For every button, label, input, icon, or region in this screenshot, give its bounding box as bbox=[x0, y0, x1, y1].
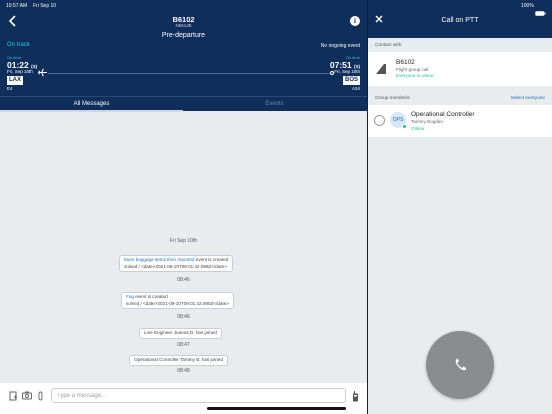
route-line bbox=[48, 73, 330, 74]
online-indicator bbox=[402, 124, 407, 129]
battery-percent: 100% bbox=[521, 3, 534, 9]
flight-group-icon bbox=[374, 62, 388, 76]
ptt-title: Call on PTT bbox=[441, 17, 479, 24]
message-time: 08:47 bbox=[177, 342, 190, 348]
member-status: Online bbox=[411, 126, 425, 131]
member-name: Tammy Bogdan bbox=[411, 119, 443, 124]
home-indicator bbox=[207, 407, 346, 410]
event-link[interactable]: More baggage items then reported bbox=[124, 257, 194, 262]
info-icon: i bbox=[354, 17, 356, 25]
status-time: 10:57 AM bbox=[6, 3, 28, 9]
event-link[interactable]: Fog bbox=[126, 294, 134, 299]
dest-airport: BOS bbox=[342, 76, 360, 85]
camera-icon[interactable] bbox=[22, 391, 32, 401]
status-date: Fri Sep 10 bbox=[33, 3, 57, 9]
phone-icon bbox=[455, 358, 466, 371]
tab-bar: All Messages Events bbox=[0, 96, 367, 112]
contact-subtitle: Flight group call bbox=[396, 67, 429, 72]
message-list[interactable]: Fri Sep 10th More baggage items then rep… bbox=[0, 111, 367, 383]
member-role: Operational Controller bbox=[411, 111, 475, 118]
flight-header: 10:57 AM Fri Sep 10 B6102 N661JB Pre-dep… bbox=[0, 0, 367, 96]
contact-card[interactable]: B6102 Flight group call Everyone is onli… bbox=[368, 52, 552, 86]
attachment-icon[interactable] bbox=[36, 391, 46, 401]
contact-status: Everyone is online bbox=[396, 73, 434, 78]
message-time: 08:46 bbox=[177, 314, 190, 320]
walkie-talkie-icon[interactable] bbox=[350, 391, 360, 402]
origin-date: Fri, Sep 10th bbox=[7, 69, 33, 74]
message-detail: solved / <date>2021-09-10T09:01:42.090Z<… bbox=[126, 300, 229, 306]
member-row[interactable]: OPS Operational Controller Tammy Bogdan … bbox=[368, 105, 552, 137]
message-text: More baggage items then reported event i… bbox=[124, 257, 229, 262]
ptt-panel: 100% Call on PTT Contact with B6102 Flig… bbox=[368, 0, 552, 414]
airplane-icon bbox=[38, 68, 47, 80]
tab-events[interactable]: Events bbox=[183, 97, 366, 112]
contact-section-label: Contact with bbox=[375, 43, 402, 48]
contact-name: B6102 bbox=[396, 59, 415, 66]
day-separator: Fri Sep 10th bbox=[169, 238, 198, 244]
members-section-label: Group members bbox=[375, 96, 410, 101]
dest-gate: A34 bbox=[351, 86, 360, 91]
event-status: No ongoing event bbox=[320, 43, 360, 49]
tail-number: N661JB bbox=[175, 23, 192, 28]
system-message: Operational Controller Tammy B. has join… bbox=[129, 355, 228, 366]
call-button[interactable] bbox=[426, 331, 494, 399]
origin-airport: LAX bbox=[7, 76, 23, 85]
message-time: 08:48 bbox=[177, 368, 190, 374]
origin-gate: E4 bbox=[7, 86, 13, 91]
message-detail: solved / <date>2021-09-10T09:01:42.098Z<… bbox=[124, 263, 227, 269]
track-status: On track bbox=[7, 42, 30, 48]
member-select-radio[interactable] bbox=[374, 115, 385, 126]
system-message: Line Engineer Joanna D. has joined bbox=[139, 328, 222, 339]
chat-pane: 10:57 AM Fri Sep 10 B6102 N661JB Pre-dep… bbox=[0, 0, 367, 414]
message-input[interactable] bbox=[51, 388, 346, 403]
battery-icon bbox=[535, 3, 546, 21]
document-icon[interactable] bbox=[8, 391, 18, 401]
info-button[interactable]: i bbox=[350, 16, 360, 26]
flight-phase: Pre-departure bbox=[161, 32, 206, 39]
event-message: Fog event is created solved / <date>2021… bbox=[121, 292, 234, 309]
select-everyone-link[interactable]: Select everyone bbox=[511, 96, 545, 101]
message-time: 08:46 bbox=[177, 277, 190, 283]
dest-date: Fri, Sep 10th bbox=[334, 69, 360, 74]
event-message: More baggage items then reported event i… bbox=[119, 255, 234, 272]
